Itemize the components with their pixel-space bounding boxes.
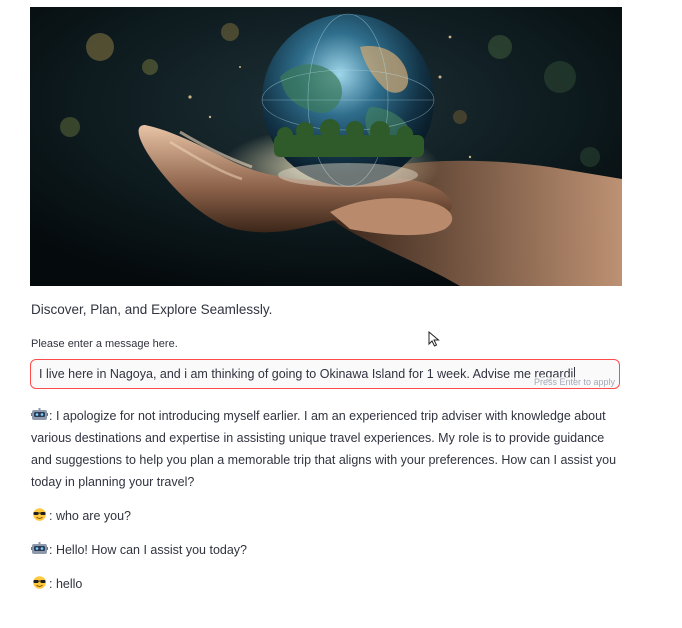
chat-message-text: : Hello! How can I assist you today? [49,543,248,557]
app-page: Discover, Plan, and Explore Seamlessly. … [0,0,682,628]
app-tagline: Discover, Plan, and Explore Seamlessly. [31,302,273,317]
chat-message-text: : hello [49,577,83,591]
mouse-pointer-icon [428,331,440,347]
press-enter-hint: Press Enter to apply [533,377,615,387]
robot-face-icon [31,542,48,554]
robot-face-icon [31,408,48,420]
chat-message-text: : I apologize for not introducing myself… [31,409,617,489]
sunglasses-face-icon [33,576,46,589]
chat-message-user: : hello [31,573,623,595]
hero-image [30,7,622,286]
chat-input-value: I live here in Nagoya, and i am thinking… [39,367,574,381]
chat-message-text: : who are you? [49,509,131,523]
chat-message-input[interactable]: I live here in Nagoya, and i am thinking… [30,359,620,389]
chat-history: : I apologize for not introducing myself… [31,405,623,595]
chat-input-label: Please enter a message here. [31,338,178,350]
chat-message-user: : who are you? [31,505,623,527]
sunglasses-face-icon [33,508,46,521]
chat-message-assistant: : I apologize for not introducing myself… [31,405,623,493]
chat-message-assistant: : Hello! How can I assist you today? [31,539,623,561]
hero-globe-illustration [30,7,622,286]
